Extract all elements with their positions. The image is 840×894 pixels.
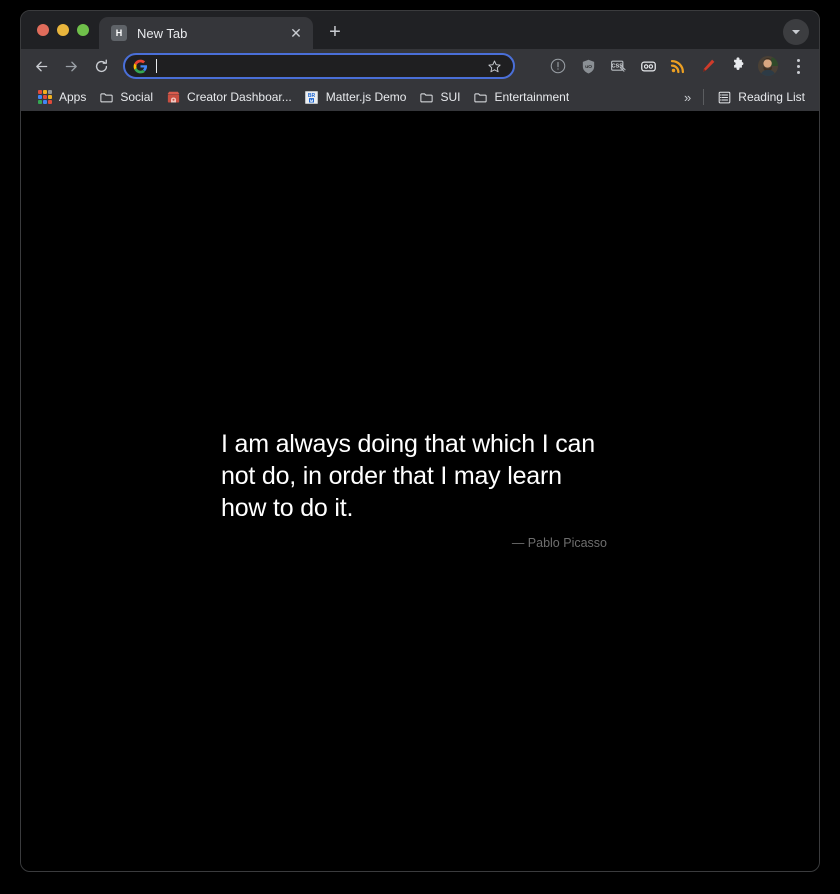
bookmarks-bar-right: » Reading List xyxy=(677,86,811,108)
css-viewer-icon[interactable]: CSS xyxy=(605,53,631,79)
brm-favicon: BR M xyxy=(304,89,320,105)
puzzle-extensions-icon[interactable] xyxy=(725,53,751,79)
svg-text:uO: uO xyxy=(585,64,592,70)
forward-arrow-icon xyxy=(65,61,77,71)
bookmarks-bar: Apps Social Creator Dashboar... BR M Mat… xyxy=(21,83,819,111)
three-dot-menu-icon[interactable] xyxy=(785,53,811,79)
reading-list-button[interactable]: Reading List xyxy=(710,86,811,108)
profile-avatar[interactable] xyxy=(755,53,781,79)
tab-strip: H New Tab ✕ + xyxy=(21,11,819,49)
rss-icon xyxy=(670,60,684,74)
tab-title: New Tab xyxy=(137,25,188,41)
tab-search-button[interactable] xyxy=(783,19,809,45)
star-bookmark-icon xyxy=(487,60,501,72)
browser-window: H New Tab ✕ + uO CSS Apps Social Creator… xyxy=(20,10,820,872)
quote-text: I am always doing that which I can not d… xyxy=(221,430,595,522)
maximize-window-button[interactable] xyxy=(77,24,89,36)
folder-icon xyxy=(98,89,114,105)
highlighter-icon xyxy=(703,59,715,72)
google-g-icon xyxy=(133,59,148,73)
reading-list-glyph xyxy=(718,91,731,103)
itch-storefront-icon xyxy=(165,89,181,105)
info-circle-icon xyxy=(550,58,566,74)
bookmark-matterjs-demo[interactable]: BR M Matter.js Demo xyxy=(298,86,413,108)
bookmark-label: Matter.js Demo xyxy=(325,90,407,104)
toolbox-robot-icon[interactable] xyxy=(635,53,661,79)
new-tab-button[interactable]: + xyxy=(321,18,349,46)
bookmark-label: Apps xyxy=(59,90,87,104)
bookmark-sui[interactable]: SUI xyxy=(412,86,466,108)
folder-glyph xyxy=(474,92,487,102)
reload-icon xyxy=(95,59,107,72)
folder-icon xyxy=(418,89,434,105)
address-bar[interactable] xyxy=(123,53,515,79)
tab-favicon: H xyxy=(111,25,127,41)
minimize-window-button[interactable] xyxy=(57,24,69,36)
text-cursor xyxy=(156,59,157,73)
bookmark-label: Social xyxy=(120,90,154,104)
apps-grid-icon xyxy=(37,89,53,105)
forward-button[interactable] xyxy=(57,52,85,80)
back-button[interactable] xyxy=(27,52,55,80)
bookmark-apps[interactable]: Apps xyxy=(31,86,92,108)
quote-block: I am always doing that which I can not d… xyxy=(221,429,607,550)
tab-new-tab[interactable]: H New Tab ✕ xyxy=(99,17,313,49)
extension-icons: uO CSS xyxy=(545,53,811,79)
bookmark-label: Entertainment xyxy=(494,90,570,104)
window-controls xyxy=(33,11,99,49)
avatar xyxy=(758,56,778,76)
reading-list-icon xyxy=(716,89,732,105)
bookmark-social[interactable]: Social xyxy=(92,86,159,108)
storefront-glyph xyxy=(167,91,179,102)
brm-glyph: BR M xyxy=(305,90,319,104)
bookmark-star-button[interactable] xyxy=(485,57,503,75)
marker-pen-icon[interactable] xyxy=(695,53,721,79)
bookmark-label: Creator Dashboar... xyxy=(187,90,292,104)
rss-feed-icon[interactable] xyxy=(665,53,691,79)
close-window-button[interactable] xyxy=(37,24,49,36)
folder-icon xyxy=(472,89,488,105)
quote-author: — Pablo Picasso xyxy=(511,536,607,551)
bookmark-entertainment[interactable]: Entertainment xyxy=(466,86,575,108)
shield-icon: uO xyxy=(582,59,594,73)
menu-dots xyxy=(796,58,800,74)
css-icon: CSS xyxy=(611,60,626,72)
puzzle-piece-icon xyxy=(734,57,744,70)
back-arrow-icon xyxy=(35,61,47,71)
bookmarks-overflow-button[interactable]: » xyxy=(677,88,697,107)
browser-toolbar: uO CSS xyxy=(21,49,819,83)
ublock-origin-icon[interactable]: uO xyxy=(575,53,601,79)
bookmarks-divider xyxy=(703,89,705,105)
close-tab-icon[interactable]: ✕ xyxy=(287,24,305,42)
bookmark-creator-dashboard[interactable]: Creator Dashboar... xyxy=(159,86,298,108)
apps-grid-dots xyxy=(38,90,52,104)
bookmark-label: SUI xyxy=(440,90,461,104)
folder-glyph xyxy=(420,92,433,102)
chevron-down-icon xyxy=(792,30,800,35)
reload-button[interactable] xyxy=(87,52,115,80)
avatar-photo-icon xyxy=(758,56,778,76)
page-content: I am always doing that which I can not d… xyxy=(21,111,819,871)
page-info-icon[interactable] xyxy=(545,53,571,79)
folder-glyph xyxy=(100,92,113,102)
reading-list-label: Reading List xyxy=(738,90,805,104)
robot-icon xyxy=(640,61,656,71)
